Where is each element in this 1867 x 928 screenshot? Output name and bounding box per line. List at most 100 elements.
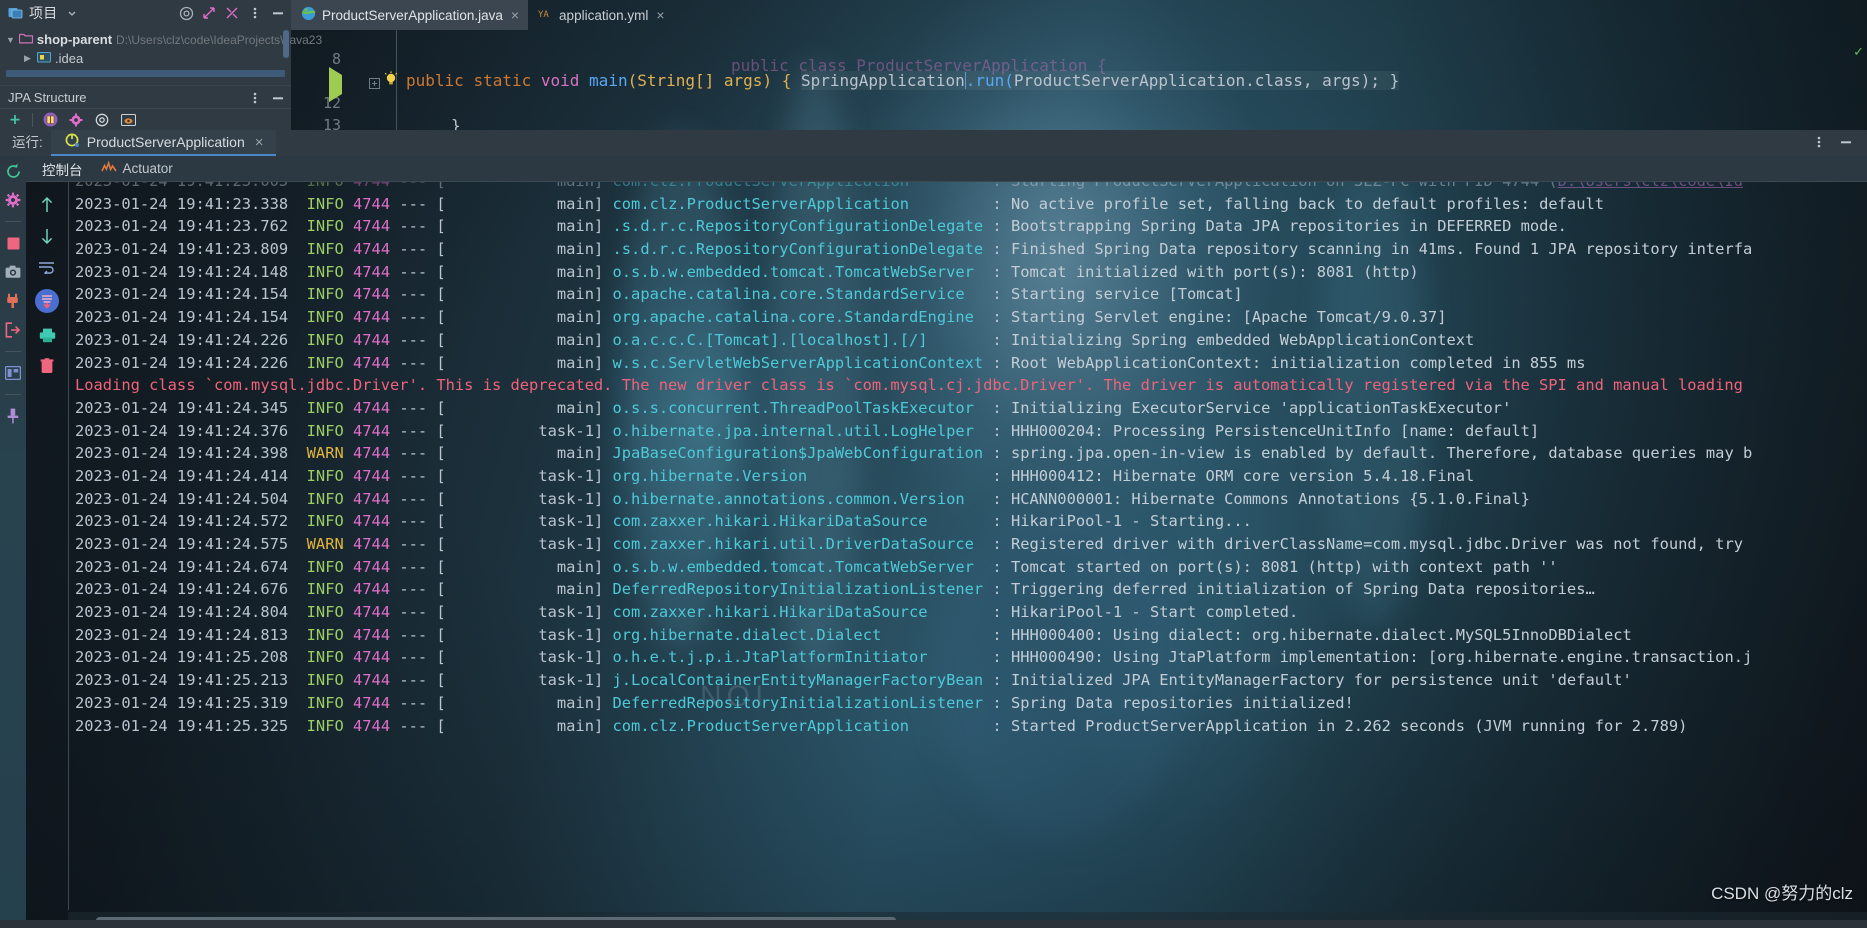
collapse-all-icon[interactable] [223, 4, 241, 22]
plug-icon[interactable] [4, 292, 22, 310]
close-run-tab-icon[interactable]: × [255, 134, 264, 151]
chevron-down-icon[interactable] [63, 4, 81, 22]
scroll-to-end-icon[interactable] [35, 289, 59, 313]
scroll-up-icon[interactable] [38, 196, 56, 214]
target-icon[interactable] [93, 111, 111, 129]
stop-icon[interactable] [4, 234, 22, 252]
lightbulb-icon[interactable] [384, 71, 398, 91]
run-window-header-icons [1810, 133, 1867, 156]
log-space [344, 444, 353, 462]
more-options-icon[interactable] [246, 4, 264, 22]
console-log-line: 2023-01-24 19:41:24.345 INFO 4744 --- [ … [75, 397, 1867, 420]
log-space [344, 422, 353, 440]
console-log-line: 2023-01-24 19:41:24.813 INFO 4744 --- [ … [75, 624, 1867, 647]
log-message: HikariPool-1 - Starting... [1010, 512, 1252, 531]
editor-tab-application-yml[interactable]: YA application.yml × [528, 0, 673, 30]
log-separator: --- [ [390, 671, 446, 690]
log-logger: com.zaxxer.hikari.HikariDataSource [612, 603, 928, 622]
log-space [344, 717, 353, 735]
camera-icon[interactable] [4, 263, 22, 281]
actuator-icon [100, 160, 117, 177]
run-config-icon [65, 133, 80, 151]
jpa-structure-toolbar [0, 108, 291, 130]
code-editor[interactable]: public class ProductServerApplication { … [291, 30, 1867, 135]
log-logger: JpaBaseConfiguration$JpaWebConfiguration [612, 444, 984, 463]
project-vertical-scrollbar[interactable] [283, 30, 289, 58]
run-arrow-icon[interactable] [329, 67, 342, 102]
minimize-panel-icon[interactable] [269, 89, 287, 107]
run-tab-product-server-application[interactable]: ProductServerApplication × [50, 130, 276, 156]
run-tab-label: ProductServerApplication [86, 134, 245, 150]
log-thread: task-1] [445, 625, 604, 644]
log-level: INFO [306, 262, 344, 281]
close-tab-icon[interactable]: × [656, 7, 664, 23]
log-space [344, 558, 353, 576]
editor-tab-product-server-application[interactable]: ProductServerApplication.java × [291, 0, 529, 30]
locate-file-icon[interactable] [177, 4, 195, 22]
log-level: INFO [306, 671, 344, 690]
log-logger: o.hibernate.jpa.internal.util.LogHelper [612, 421, 974, 440]
tree-node-label: shop-parent [36, 32, 113, 47]
inspection-ok-icon[interactable]: ✓ [1853, 44, 1864, 60]
more-options-icon[interactable] [246, 89, 264, 107]
tree-expand-arrow-icon[interactable]: ▼ [6, 35, 15, 45]
code-line-main-method[interactable]: public static void main(String[] args) {… [406, 71, 1400, 90]
pin-icon[interactable] [4, 407, 22, 425]
log-timestamp: 2023-01-24 19:41:24.398 [75, 444, 307, 463]
log-colon: : [973, 308, 1011, 327]
layout-icon[interactable] [4, 364, 22, 382]
minimize-panel-icon[interactable] [269, 4, 287, 22]
sidebar-divider [5, 394, 21, 395]
log-timestamp: 2023-01-24 19:41:25.213 [75, 671, 307, 690]
log-separator: --- [ [390, 285, 446, 304]
tree-node-idea[interactable]: ▶ .idea [0, 49, 291, 68]
log-space [344, 467, 353, 485]
code-keyword-static: static [473, 71, 532, 90]
log-pid: 4744 [353, 466, 391, 485]
log-thread: main] [445, 557, 604, 576]
log-thread: task-1] [445, 671, 604, 690]
console-output[interactable]: 2023-01-24 19:41:23.005 INFO 4744 --- [ … [68, 182, 1867, 910]
exit-icon[interactable] [4, 321, 22, 339]
console-log-line: 2023-01-24 19:41:23.762 INFO 4744 --- [ … [75, 215, 1867, 238]
log-space [603, 444, 612, 462]
log-level: INFO [306, 285, 344, 304]
print-icon[interactable] [38, 326, 56, 344]
gear-icon[interactable] [67, 111, 85, 129]
log-pid: 4744 [353, 625, 391, 644]
log-space [344, 694, 353, 712]
scroll-down-icon[interactable] [38, 227, 56, 245]
minimize-panel-icon[interactable] [1837, 133, 1855, 151]
log-space [344, 240, 353, 258]
expand-all-icon[interactable] [200, 4, 218, 22]
sub-tab-actuator[interactable]: Actuator [100, 160, 173, 177]
soft-wrap-icon[interactable] [38, 258, 56, 276]
log-space [603, 354, 612, 372]
rerun-icon[interactable] [4, 162, 22, 180]
console-log-line: 2023-01-24 19:41:23.338 INFO 4744 --- [ … [75, 193, 1867, 216]
log-logger: j.LocalContainerEntityManagerFactoryBean [612, 671, 984, 690]
log-colon: : [973, 262, 1011, 281]
preview-icon[interactable] [119, 111, 137, 129]
sidebar-divider [5, 221, 21, 222]
log-thread: main] [445, 353, 604, 372]
log-level: INFO [306, 603, 344, 622]
log-pid: 4744 [353, 182, 390, 190]
more-options-icon[interactable] [1810, 133, 1828, 151]
settings-gear-icon[interactable] [4, 191, 22, 209]
log-timestamp: 2023-01-24 19:41:24.414 [75, 466, 307, 485]
console-log-line: 2023-01-24 19:41:24.572 INFO 4744 --- [ … [75, 510, 1867, 533]
log-space [603, 603, 612, 621]
close-tab-icon[interactable]: × [511, 7, 519, 23]
add-icon[interactable] [6, 111, 24, 129]
fold-plus-icon[interactable] [369, 74, 380, 93]
sub-tab-console[interactable]: 控制台 [42, 159, 83, 179]
tree-collapse-arrow-icon[interactable]: ▶ [22, 53, 33, 64]
clear-all-icon[interactable] [38, 357, 56, 375]
log-space [603, 399, 612, 417]
editor-inspection-gutter[interactable]: ✓ [1851, 30, 1867, 130]
tree-node-shop-parent[interactable]: ▼ shop-parent D:\Users\clz\code\IdeaProj… [0, 30, 322, 49]
actuator-tab-label: Actuator [122, 161, 173, 176]
book-icon[interactable] [41, 111, 59, 129]
log-colon: : [927, 603, 1011, 622]
